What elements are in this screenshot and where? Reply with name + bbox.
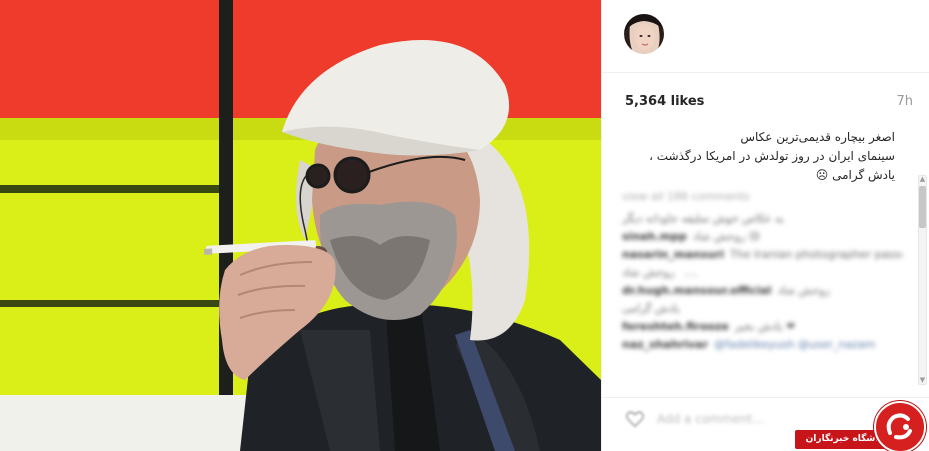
caption-line: یادش گرامی ☹ — [815, 168, 895, 182]
comments-list: view all 186 comments یه عکاس خوش سلیقه … — [622, 190, 902, 400]
comment-text[interactable]: @fadelikeyush @user_nazam — [714, 338, 875, 351]
caption-line: سینمای ایران در روز تولدش در امریکا درگذ… — [649, 149, 895, 163]
comment-item: یادش گرامی — [622, 302, 902, 316]
watermark-logo-icon — [874, 401, 926, 451]
comment-item: fereshteh.firooze یادش بخیر ❤ — [622, 320, 902, 334]
likes-count[interactable]: 5,364 likes — [625, 94, 704, 109]
caption-line: اصغر بیچاره قدیمی‌ترین عکاس — [740, 130, 895, 144]
comment-item: روحش شاد .... — [622, 266, 902, 280]
heart-icon[interactable] — [626, 411, 644, 427]
comment-username[interactable]: fereshteh.firooze — [622, 320, 729, 333]
post-photo[interactable] — [0, 0, 601, 451]
comment-text: یادش بخیر ❤ — [734, 320, 796, 333]
post-side-panel: 5,364 likes 7h اصغر بیچاره قدیمی‌ترین عک… — [601, 0, 929, 451]
comment-text: یادش گرامی — [622, 302, 680, 315]
comment-item: naz_shahrivar @fadelikeyush @user_nazam — [622, 338, 902, 352]
comment-text: روحش شاد — [777, 284, 830, 297]
post-header — [602, 0, 929, 73]
comment-text: روحش شاد 😢 — [692, 230, 761, 243]
add-comment-input[interactable]: Add a comment... — [657, 412, 764, 426]
avatar-image — [624, 14, 664, 54]
scroll-down-arrow-icon[interactable]: ▼ — [919, 377, 926, 384]
post-meta: 5,364 likes 7h — [602, 73, 929, 117]
comment-text: The Iranian photographer passed away on … — [730, 248, 902, 261]
comment-item: یه عکاس خوش سلیقه جاودانه دیگر — [622, 212, 902, 226]
comment-text: روحش شاد .... — [622, 266, 698, 279]
comment-item: dr.hugh.mansour.official روحش شاد — [622, 284, 902, 298]
comment-username[interactable]: nasarin_mansuri — [622, 248, 724, 261]
post-timestamp[interactable]: 7h — [896, 94, 913, 109]
post-caption: اصغر بیچاره قدیمی‌ترین عکاس سینمای ایران… — [625, 128, 895, 185]
comment-item: nasarin_mansuri The Iranian photographer … — [622, 248, 902, 262]
comment-text: یه عکاس خوش سلیقه جاودانه دیگر — [622, 212, 784, 225]
avatar[interactable] — [624, 14, 664, 54]
comment-username[interactable]: naz_shahrivar — [622, 338, 708, 351]
view-all-comments-link[interactable]: view all 186 comments — [622, 190, 902, 203]
comments-scrollbar-thumb[interactable] — [919, 186, 926, 228]
scroll-up-arrow-icon[interactable]: ▲ — [919, 176, 926, 183]
man-portrait-illustration — [204, 40, 601, 451]
comment-username[interactable]: sinah.mpp — [622, 230, 687, 243]
comment-item: sinah.mpp روحش شاد 😢 — [622, 230, 902, 244]
comment-username[interactable]: dr.hugh.mansour.official — [622, 284, 771, 297]
watermark-logo-icon — [886, 413, 912, 440]
